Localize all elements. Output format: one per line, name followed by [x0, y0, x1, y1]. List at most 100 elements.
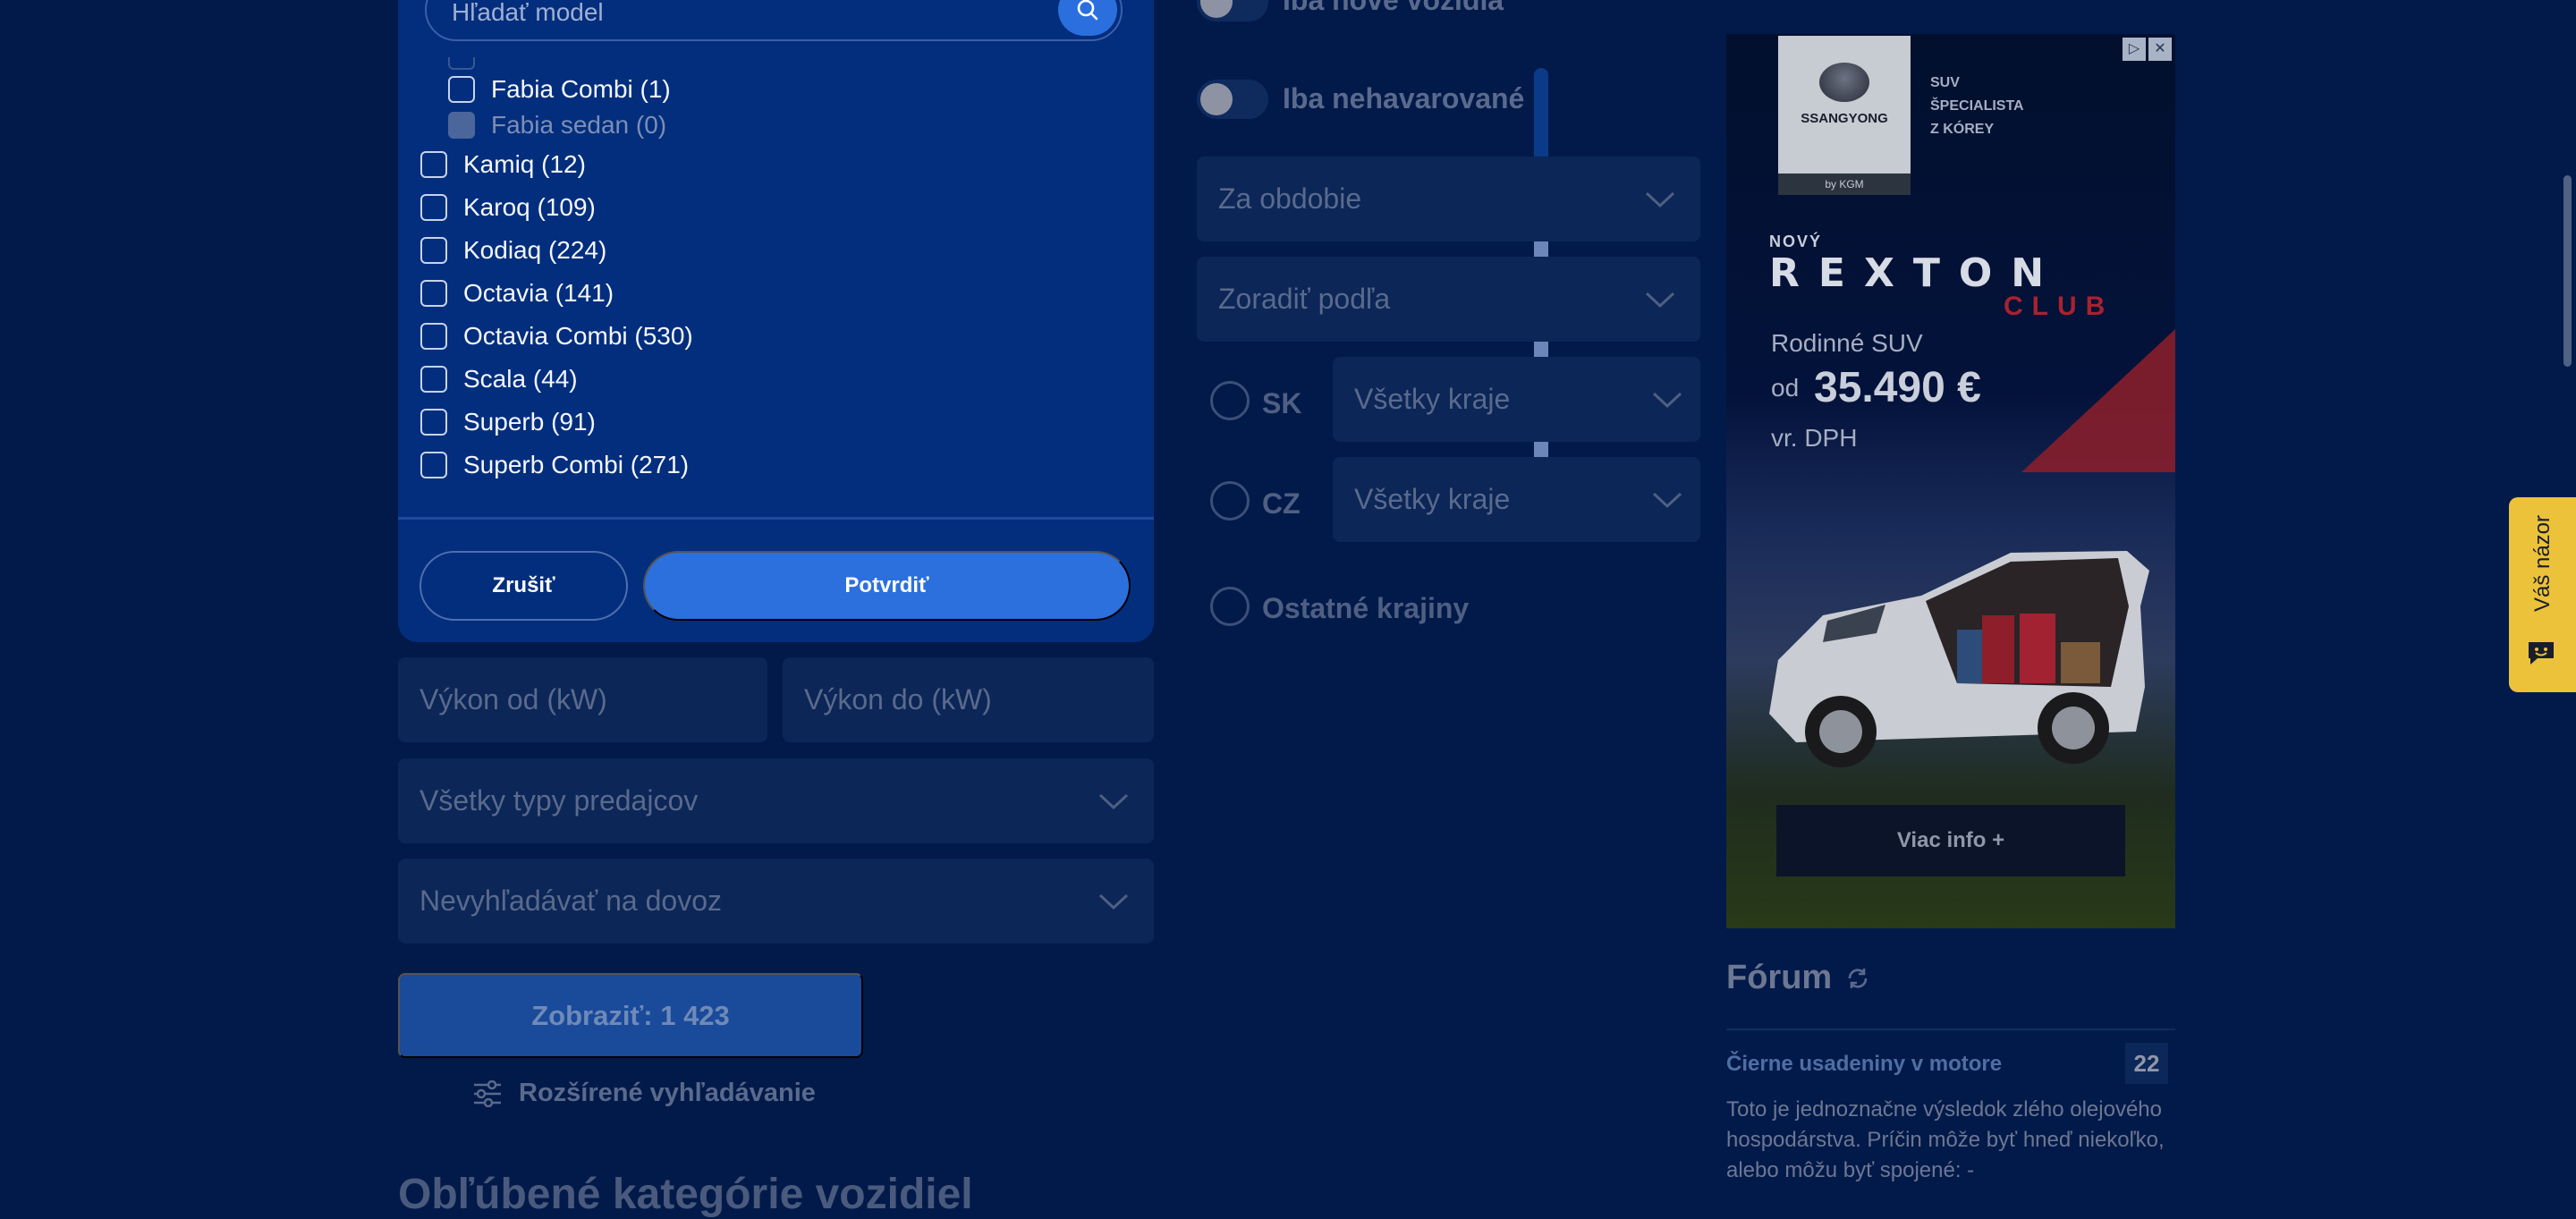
import-select[interactable]: Nevyhľadávať na dovoz — [398, 859, 1154, 944]
model-option-label: Fabia Combi (1) — [491, 75, 671, 103]
divider — [1726, 1029, 2175, 1030]
model-option-label: Karoq (109) — [463, 193, 596, 221]
cancel-button[interactable]: Zrušiť — [419, 551, 628, 621]
chevron-down-icon — [1098, 793, 1129, 810]
new-only-label: Iba nové vozidlá — [1283, 0, 1504, 16]
regions-sk-select[interactable]: Všetky kraje — [1333, 357, 1700, 442]
ad-tagline-line: ŠPECIALISTA — [1930, 98, 2024, 114]
divider — [398, 517, 1154, 520]
checkbox[interactable] — [420, 452, 447, 478]
checkbox[interactable] — [448, 76, 475, 103]
model-option-label: Octavia Combi (530) — [463, 322, 693, 350]
checkbox[interactable] — [420, 151, 447, 178]
model-option-label: Superb (91) — [463, 408, 596, 436]
model-search-field[interactable]: Hľadať model — [425, 0, 1123, 41]
ad-more-info-button[interactable]: Viac info + — [1776, 805, 2125, 876]
brand-name: SSANGYONG — [1801, 111, 1888, 126]
power-to-input[interactable]: Výkon do (kW) — [783, 657, 1154, 742]
model-option-label: Kodiaq (224) — [463, 236, 607, 264]
refresh-icon[interactable] — [1846, 967, 1869, 990]
chevron-down-icon — [1652, 392, 1682, 409]
model-option-label: Scala (44) — [463, 365, 578, 393]
advanced-search-label: Rozšírené vyhľadávanie — [519, 1079, 816, 1107]
model-option[interactable]: Octavia Combi (530) — [420, 322, 693, 351]
checkbox[interactable] — [420, 323, 447, 350]
model-search-button[interactable] — [1058, 0, 1117, 36]
model-option[interactable]: Scala (44) — [420, 365, 578, 394]
model-option-label: Octavia (141) — [463, 279, 614, 307]
model-option[interactable]: Fabia Combi (1) — [448, 75, 671, 104]
ad-price-prefix: od — [1771, 374, 1800, 402]
forum-header: Fórum — [1726, 959, 1869, 997]
model-option-label: Superb Combi (271) — [463, 451, 690, 478]
not-crashed-label: Iba nehavarované — [1283, 82, 1525, 114]
ad-tagline-line: Z KÓREY — [1930, 122, 1995, 137]
ad-tagline-line: SUV — [1930, 75, 1960, 90]
forum-excerpt: Toto je jednoznačne výsledok zlého olejo… — [1726, 1097, 2165, 1182]
ad-choices[interactable]: ▷ ✕ — [2123, 38, 2172, 61]
confirm-button[interactable]: Potvrdiť — [643, 551, 1131, 621]
import-value: Nevyhľadávať na dovoz — [419, 885, 722, 917]
dealer-type-value: Všetky typy predajcov — [419, 784, 699, 817]
new-only-toggle[interactable] — [1197, 0, 1268, 21]
sort-select[interactable]: Zoradiť podľa — [1197, 257, 1700, 342]
model-option-label: Fabia sedan (0) — [491, 111, 667, 139]
country-sk-label: SK — [1262, 387, 1302, 419]
toggle-knob — [1200, 83, 1233, 115]
ad-model-sub: CLUB — [2004, 292, 2114, 321]
model-option[interactable]: Kamiq (12) — [420, 150, 586, 179]
ad-red-accent — [2021, 329, 2175, 472]
period-select[interactable]: Za obdobie — [1197, 157, 1700, 241]
sliders-icon — [474, 1079, 501, 1107]
search-icon — [1077, 0, 1098, 21]
ad-model: REXTON — [1769, 250, 2063, 296]
model-option[interactable]: Superb Combi (271) — [420, 451, 689, 479]
sort-value: Zoradiť podľa — [1218, 283, 1391, 315]
chevron-down-icon — [1652, 492, 1682, 509]
regions-cz-value: Všetky kraje — [1354, 483, 1511, 515]
brand-emblem-icon — [1819, 63, 1869, 102]
model-option[interactable]: Octavia (141) — [420, 279, 614, 308]
other-countries-label: Ostatné krajiny — [1262, 592, 1470, 624]
checkbox[interactable] — [420, 280, 447, 307]
feedback-label: Váš názor — [2529, 514, 2555, 613]
model-option[interactable]: Superb (91) — [420, 408, 596, 436]
model-option[interactable]: Kodiaq (224) — [420, 236, 606, 265]
forum-title: Fórum — [1726, 959, 1833, 996]
forum-topic-link[interactable]: Čierne usadeniny v motore — [1726, 1052, 2002, 1077]
chevron-down-icon — [1645, 292, 1675, 309]
country-cz-radio[interactable] — [1210, 481, 1250, 521]
close-icon[interactable]: ✕ — [2148, 38, 2172, 61]
ad-subtitle: Rodinné SUV — [1771, 329, 1923, 357]
checkbox[interactable] — [420, 194, 447, 221]
other-countries-radio[interactable] — [1210, 587, 1250, 626]
dealer-type-select[interactable]: Všetky typy predajcov — [398, 758, 1154, 843]
checkbox[interactable] — [420, 366, 447, 393]
power-to-placeholder: Výkon do (kW) — [804, 683, 992, 715]
ad-price: 35.490 € — [1814, 364, 1981, 411]
power-from-input[interactable]: Výkon od (kW) — [398, 657, 767, 742]
feedback-tab[interactable]: Váš názor — [2509, 497, 2576, 692]
country-sk-radio[interactable] — [1210, 381, 1250, 420]
advertisement-banner[interactable]: ▷ ✕ SSANGYONG by KGM SUV ŠPECIALISTA Z K… — [1726, 34, 2175, 928]
partial-checkbox — [448, 57, 475, 70]
chat-smile-icon — [2529, 642, 2554, 665]
ad-vat: vr. DPH — [1771, 424, 1858, 452]
ad-info-icon[interactable]: ▷ — [2123, 38, 2146, 61]
show-results-button[interactable]: Zobraziť: 1 423 — [398, 973, 863, 1058]
section-heading: Obľúbené kategórie vozidiel — [398, 1171, 973, 1218]
power-from-placeholder: Výkon od (kW) — [419, 683, 607, 715]
checkbox[interactable] — [420, 237, 447, 264]
period-value: Za obdobie — [1218, 182, 1362, 215]
model-option[interactable]: Karoq (109) — [420, 193, 596, 222]
advanced-search-link[interactable]: Rozšírené vyhľadávanie — [472, 1079, 816, 1108]
not-crashed-toggle[interactable] — [1197, 80, 1268, 119]
model-list[interactable]: Fabia Combi (1) Fabia sedan (0) Kamiq (1… — [398, 57, 1131, 522]
brand-sub: by KGM — [1778, 174, 1911, 195]
regions-cz-select[interactable]: Všetky kraje — [1333, 457, 1700, 542]
model-search-input[interactable]: Hľadať model — [452, 0, 604, 27]
model-picker-panel: Hľadať model Fabia Combi (1) Fabia sedan… — [398, 0, 1548, 642]
country-cz-label: CZ — [1262, 487, 1301, 520]
checkbox[interactable] — [420, 409, 447, 436]
page-scrollbar-thumb[interactable] — [2563, 175, 2572, 367]
